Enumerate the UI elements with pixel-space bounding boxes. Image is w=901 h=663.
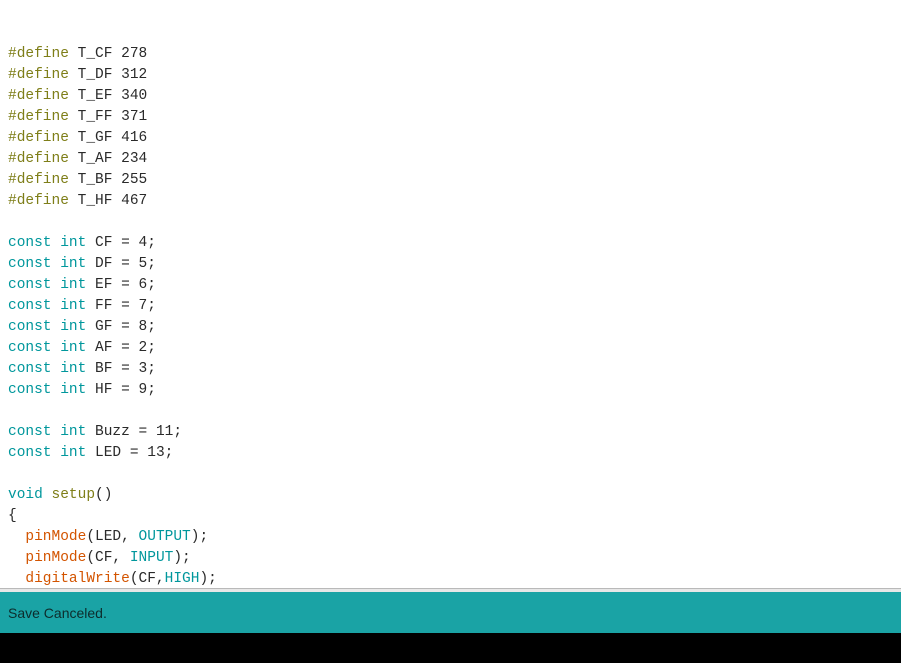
code-token: const int: [8, 277, 87, 293]
code-token: DF = 5;: [86, 256, 156, 272]
code-line: const int CF = 4;: [0, 233, 901, 254]
code-token: const int: [8, 340, 87, 356]
code-token: T_CF 278: [68, 46, 148, 62]
code-token: #define: [8, 88, 69, 104]
code-token: GF = 8;: [86, 319, 156, 335]
code-token: #define: [8, 151, 69, 167]
code-token: digitalWrite: [25, 571, 130, 587]
code-line: const int Buzz = 11;: [0, 422, 901, 443]
code-line: #define T_BF 255: [0, 170, 901, 191]
code-token: BF = 3;: [86, 361, 156, 377]
code-token: AF = 2;: [86, 340, 156, 356]
code-token: void: [8, 487, 43, 503]
code-token: LED = 13;: [86, 445, 174, 461]
code-token: #define: [8, 46, 69, 62]
console-output[interactable]: [0, 633, 901, 663]
code-token: const int: [8, 382, 87, 398]
code-token: const int: [8, 256, 87, 272]
code-token: #define: [8, 67, 69, 83]
code-token: T_GF 416: [68, 130, 148, 146]
code-line: const int AF = 2;: [0, 338, 901, 359]
code-line: #define T_FF 371: [0, 107, 901, 128]
code-token: T_FF 371: [68, 109, 148, 125]
code-token: T_AF 234: [68, 151, 148, 167]
code-token: T_HF 467: [68, 193, 148, 209]
code-token: (CF,: [86, 550, 130, 566]
code-token: T_BF 255: [68, 172, 148, 188]
code-line: const int DF = 5;: [0, 254, 901, 275]
code-token: const int: [8, 445, 87, 461]
code-token: T_EF 340: [68, 88, 148, 104]
code-token: );: [199, 571, 217, 587]
code-line: void setup(): [0, 485, 901, 506]
arduino-ide-window: #define T_CF 278 #define T_DF 312 #define …: [0, 0, 901, 663]
code-line: #define T_HF 467: [0, 191, 901, 212]
code-token: (): [95, 487, 113, 503]
code-token: #define: [8, 109, 69, 125]
code-token: HIGH: [164, 571, 200, 587]
code-line: #define T_DF 312: [0, 65, 901, 86]
code-token: setup: [51, 487, 96, 503]
code-token: const int: [8, 319, 87, 335]
code-line: const int HF = 9;: [0, 380, 901, 401]
code-token: (CF,: [129, 571, 165, 587]
code-token: (LED,: [86, 529, 139, 545]
code-token: OUTPUT: [138, 529, 191, 545]
code-text-area[interactable]: #define T_CF 278 #define T_DF 312 #define …: [0, 44, 901, 588]
code-line: const int GF = 8;: [0, 317, 901, 338]
code-token: T_DF 312: [68, 67, 148, 83]
code-token: CF = 4;: [86, 235, 156, 251]
code-token: #define: [8, 172, 69, 188]
code-token: const int: [8, 424, 87, 440]
status-bar: Save Canceled.: [0, 592, 901, 633]
code-token: const int: [8, 235, 87, 251]
code-line: pinMode(LED, OUTPUT);: [0, 527, 901, 548]
code-token: #define: [8, 193, 69, 209]
code-line: const int BF = 3;: [0, 359, 901, 380]
code-token: HF = 9;: [86, 382, 156, 398]
code-token: const int: [8, 298, 87, 314]
code-token: pinMode: [25, 529, 87, 545]
code-line: #define T_GF 416: [0, 128, 901, 149]
code-token: );: [173, 550, 191, 566]
code-token: {: [8, 508, 17, 524]
code-line: #define T_EF 340: [0, 86, 901, 107]
code-line: digitalWrite(CF,HIGH);: [0, 569, 901, 588]
code-line: const int FF = 7;: [0, 296, 901, 317]
code-token: EF = 6;: [86, 277, 156, 293]
code-token: );: [190, 529, 209, 545]
code-token: FF = 7;: [86, 298, 156, 314]
code-line: #define T_CF 278: [0, 44, 901, 65]
code-token: const int: [8, 361, 87, 377]
code-token: INPUT: [129, 550, 174, 566]
code-editor[interactable]: #define T_CF 278 #define T_DF 312 #define …: [0, 0, 901, 588]
code-token: Buzz = 11;: [86, 424, 183, 440]
status-message: Save Canceled.: [8, 604, 107, 621]
code-token: pinMode: [25, 550, 87, 566]
code-line: {: [0, 506, 901, 527]
code-line: const int EF = 6;: [0, 275, 901, 296]
code-line: const int LED = 13;: [0, 443, 901, 464]
code-line: #define T_AF 234: [0, 149, 901, 170]
code-line: pinMode(CF, INPUT);: [0, 548, 901, 569]
code-token: #define: [8, 130, 69, 146]
